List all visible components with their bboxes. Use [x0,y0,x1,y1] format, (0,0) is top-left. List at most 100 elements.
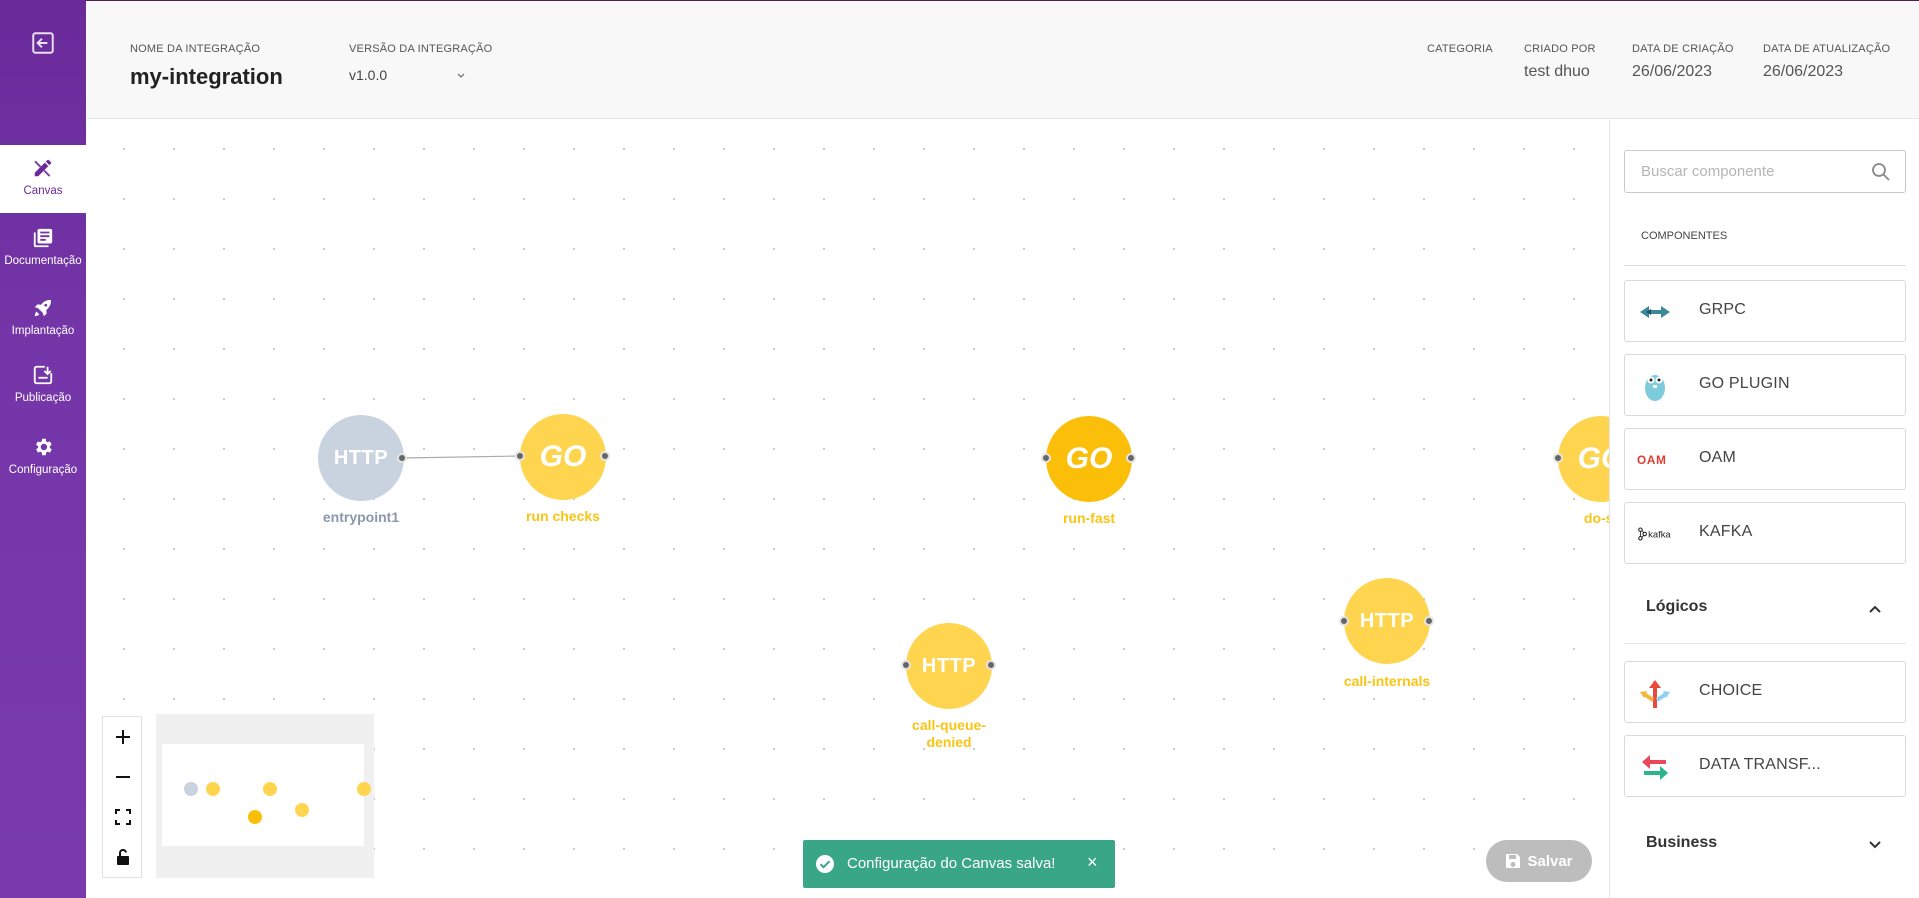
updated-date-value: 26/06/2023 [1763,63,1844,80]
node-label: call-internals [1343,673,1431,689]
grpc-icon [1637,295,1673,329]
component-choice[interactable]: CHOICE [1624,661,1906,723]
node-text: HTTP [333,446,389,469]
node-run-fast[interactable]: GO [1046,416,1132,502]
node-port-in[interactable] [515,451,525,461]
component-kafka[interactable]: kafka KAFKA [1624,502,1906,564]
component-oam[interactable]: OAM OAM [1624,428,1906,490]
created-date-value: 26/06/2023 [1632,63,1713,80]
node-port-in[interactable] [1553,453,1563,463]
save-button[interactable]: Salvar [1486,840,1592,882]
gear-icon [36,438,52,456]
exit-icon[interactable] [30,30,56,56]
search-input[interactable] [1641,163,1861,180]
created-by-label: CRIADO POR [1524,43,1596,55]
sidebar-item-label: Implantação [11,325,75,337]
node-run-checks[interactable]: GO [520,414,606,500]
node-label: do-st [1583,510,1609,526]
section-logicos[interactable]: Lógicos [1624,584,1906,634]
save-label: Salvar [1527,852,1573,870]
zoom-controls [102,716,142,878]
node-port-out[interactable] [600,451,610,461]
component-search[interactable] [1624,150,1906,193]
gopher-icon [1637,369,1673,403]
component-label: DATA TRANSF... [1699,756,1821,773]
component-grpc[interactable]: GRPC [1624,280,1906,342]
book-icon [33,228,53,248]
node-label: entrypoint1 [322,509,400,525]
rocket-icon [34,300,51,317]
node-label-line: call-queue- [912,717,986,733]
split-arrows-icon [1637,676,1673,710]
sidebar-item-publicacao[interactable]: Publicação [0,352,86,420]
lock-button[interactable] [103,837,143,877]
node-call-internals[interactable]: HTTP [1344,578,1430,664]
node-port-in[interactable] [1339,616,1349,626]
node-port-in[interactable] [901,660,911,670]
sidebar-item-documentacao[interactable]: Documentação [0,215,86,283]
category-label: CATEGORIA [1427,43,1493,55]
component-label: GRPC [1699,301,1747,318]
sidebar-item-canvas[interactable]: Canvas [0,145,86,213]
sidebar-item-configuracao[interactable]: Configuração [0,424,86,492]
integration-name: my-integration [130,64,283,89]
minimap-node [263,782,277,796]
node-call-queue-denied[interactable]: HTTP [906,623,992,709]
section-business[interactable]: Business [1624,820,1906,870]
unlock-icon [117,849,129,865]
sidebar-item-label: Publicação [14,392,72,404]
component-go-plugin[interactable]: GO PLUGIN [1624,354,1906,416]
plus-icon [116,730,130,744]
section-title: Lógicos [1646,598,1708,615]
created-date-label: DATA DE CRIAÇÃO [1632,43,1734,55]
created-by-value: test dhuo [1524,63,1590,80]
node-port-in[interactable] [1041,453,1051,463]
component-label: KAFKA [1699,523,1753,540]
node-label-line: denied [926,734,972,750]
search-icon[interactable] [1871,162,1891,182]
minimap-node [295,803,309,817]
node-entrypoint1[interactable]: HTTP [318,415,404,501]
minimap-node [248,810,262,824]
fit-view-button[interactable] [103,797,143,837]
sidebar: Canvas Documentação Implantação Publicaç… [0,0,86,898]
check-circle-icon [816,855,834,873]
node-port-out[interactable] [1424,616,1434,626]
node-port-out[interactable] [986,660,996,670]
component-label: CHOICE [1699,682,1763,699]
updated-date-label: DATA DE ATUALIZAÇÃO [1763,43,1891,55]
sidebar-item-label: Documentação [4,255,82,267]
minimap-node [206,782,220,796]
flow-canvas[interactable]: HTTP entrypoint1 GO run checks GO run-fa… [86,120,1609,898]
minimap-node [184,782,198,796]
fullscreen-icon [115,809,131,825]
zoom-in-button[interactable] [103,717,143,757]
edge-entrypoint1-run-checks[interactable] [402,455,521,459]
integration-version-label: VERSÃO DA INTEGRAÇÃO [349,43,493,55]
minimap[interactable] [156,714,374,878]
node-label: run-fast [1062,510,1116,526]
node-text: HTTP [1359,609,1415,632]
chevron-down-icon[interactable] [1868,838,1882,852]
node-text: HTTP [921,654,977,677]
section-title: Business [1646,834,1718,851]
toast-close-button[interactable]: × [1087,852,1098,873]
sidebar-item-implantacao[interactable]: Implantação [0,285,86,353]
node-port-out[interactable] [397,453,407,463]
go-logo-icon: GO [1065,442,1113,475]
components-heading: COMPONENTES [1641,230,1728,242]
node-port-out[interactable] [1126,453,1136,463]
toast-message: Configuração do Canvas salva! [847,855,1056,872]
integration-name-label: NOME DA INTEGRAÇÃO [130,43,261,55]
zoom-out-button[interactable] [103,757,143,797]
go-logo-icon: GO [1577,442,1609,475]
kafka-logo-icon: kafka [1637,517,1673,551]
chevron-up-icon[interactable] [1868,602,1882,616]
component-data-transform[interactable]: DATA TRANSF... [1624,735,1906,797]
node-label: call-queue- denied [879,717,1019,751]
oam-logo-icon: OAM [1637,443,1673,477]
divider [1624,265,1906,266]
minimap-node [357,782,371,796]
version-select[interactable]: v1.0.0 [349,67,387,83]
chevron-down-icon[interactable] [455,69,467,81]
